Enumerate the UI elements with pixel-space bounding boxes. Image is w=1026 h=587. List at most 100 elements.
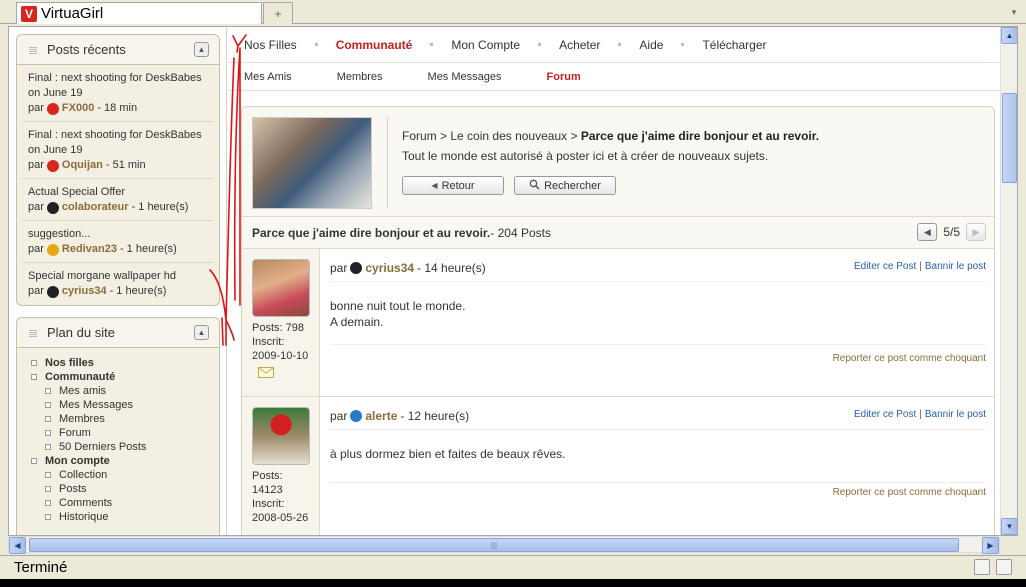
by-label: par [28, 201, 44, 213]
recent-post-author[interactable]: FX000 [62, 101, 94, 116]
recent-post-author[interactable]: Redivan23 [62, 242, 117, 257]
recent-post-author[interactable]: colaborateur [62, 200, 129, 215]
vertical-scrollbar[interactable]: ▲ ▼ [1000, 27, 1017, 535]
drag-grip-icon[interactable] [29, 328, 37, 337]
main-nav-item[interactable]: Nos Filles [244, 38, 297, 52]
collapse-button[interactable]: ▲ [194, 42, 209, 57]
recent-posts-list: Final : next shooting for DeskBabes on J… [17, 65, 219, 304]
search-button[interactable]: Rechercher [514, 176, 616, 195]
recent-post-title[interactable]: Final : next shooting for DeskBabes on J… [28, 128, 208, 158]
back-button[interactable]: ◀ Retour [402, 176, 504, 195]
sub-nav-item[interactable]: Membres [337, 71, 383, 83]
scroll-up-button[interactable]: ▲ [1001, 27, 1017, 44]
sitemap-item-label: Mon compte [45, 455, 110, 467]
bullet-icon [45, 416, 51, 422]
mail-icon[interactable] [258, 367, 274, 378]
edit-post-link[interactable]: Editer ce Post [854, 409, 916, 420]
main-nav-item[interactable]: Aide [639, 38, 663, 52]
tab-list-icon[interactable]: ▾ [1006, 4, 1022, 20]
main-nav-item[interactable]: Mon Compte [451, 38, 520, 52]
post-actions: Editer ce Post | Bannir le post [854, 261, 986, 272]
tab-virtuagirl[interactable]: V VirtuaGirl [16, 2, 262, 24]
report-post-link[interactable]: Reporter ce post comme choquant [833, 353, 986, 364]
ban-post-link[interactable]: Bannir le post [925, 409, 986, 420]
separator: | [919, 261, 922, 272]
scroll-right-button[interactable]: ▶ [982, 537, 999, 554]
avatar[interactable] [252, 259, 310, 317]
recent-post-item[interactable]: suggestion... par Redivan23 - 1 heure(s) [23, 221, 213, 263]
avatar[interactable] [252, 407, 310, 465]
sitemap-box: Plan du site ▲ Nos filles Communauté Mes a… [16, 317, 220, 535]
recent-post-item[interactable]: Final : next shooting for DeskBabes on J… [23, 65, 213, 122]
author-post-count: 14123 [252, 484, 283, 496]
sub-nav-item[interactable]: Mes Messages [428, 71, 502, 83]
user-badge-icon [46, 285, 59, 298]
recent-post-item[interactable]: Actual Special Offer par colaborateur - … [23, 179, 213, 221]
thread-post-count: - 204 Posts [490, 225, 551, 240]
security-icon[interactable] [974, 559, 990, 575]
scroll-down-button[interactable]: ▼ [1001, 518, 1017, 535]
new-tab-button[interactable]: + [263, 2, 293, 24]
recent-post-item[interactable]: Final : next shooting for DeskBabes on J… [23, 122, 213, 179]
collapse-button[interactable]: ▲ [194, 325, 209, 340]
post-author[interactable]: cyrius34 [365, 261, 414, 275]
sitemap-item-label: Mes amis [59, 385, 107, 397]
sitemap-tree: Nos filles Communauté Mes amis Mes Messages… [17, 348, 219, 528]
breadcrumb-section[interactable]: Le coin des nouveaux [450, 129, 567, 143]
breadcrumb-forum[interactable]: Forum [402, 129, 437, 143]
sitemap-item[interactable]: Posts [31, 482, 209, 496]
nav-separator [430, 43, 434, 46]
main-nav-item[interactable]: Communauté [336, 38, 413, 52]
horizontal-scroll-thumb[interactable]: ||| [29, 538, 959, 552]
recent-posts-box: Posts récents ▲ Final : next shooting fo… [16, 34, 220, 306]
sitemap-item[interactable]: Collection [31, 468, 209, 482]
user-badge-icon [46, 243, 59, 256]
sitemap-item[interactable]: Membres [31, 412, 209, 426]
author-post-count-label: Posts: [252, 470, 283, 482]
sitemap-item[interactable]: Forum [31, 426, 209, 440]
sitemap-item[interactable]: Mon compte [31, 454, 209, 468]
vertical-scroll-thumb[interactable] [1002, 93, 1017, 183]
breadcrumb: Forum > Le coin des nouveaux > Parce que… [402, 129, 819, 143]
author-joined-date: 2009-10-10 [252, 350, 309, 362]
bullet-icon [31, 458, 37, 464]
sub-nav-item[interactable]: Mes Amis [244, 71, 292, 83]
bottom-strip [0, 579, 1026, 587]
main-nav-item[interactable]: Acheter [559, 38, 600, 52]
author-post-count: Posts: 798 [252, 322, 304, 334]
recent-post-author[interactable]: Oquijan [62, 158, 103, 173]
recent-post-title[interactable]: Actual Special Offer [28, 185, 208, 200]
post-body: par cyrius34 - 14 heure(s) Editer ce Pos… [330, 249, 986, 396]
page-info-icon[interactable] [996, 559, 1012, 575]
sitemap-item[interactable]: 50 Derniers Posts [31, 440, 209, 454]
sitemap-item[interactable]: Comments [31, 496, 209, 510]
drag-grip-icon[interactable] [29, 45, 37, 54]
divider [330, 429, 986, 430]
recent-post-time: - 1 heure(s) [109, 285, 167, 297]
prev-page-button[interactable]: ◀ [917, 223, 938, 241]
bullet-icon [45, 486, 51, 492]
recent-post-title[interactable]: Special morgane wallpaper hd [28, 269, 208, 284]
report-post-link[interactable]: Reporter ce post comme choquant [833, 487, 986, 498]
sitemap-item[interactable]: Historique [31, 510, 209, 524]
horizontal-scrollbar[interactable]: ◀ ||| ▶ [8, 536, 1000, 554]
scroll-left-button[interactable]: ◀ [9, 537, 26, 554]
main-nav-item[interactable]: Télécharger [702, 38, 766, 52]
next-page-button[interactable]: ▶ [966, 223, 986, 241]
sitemap-item[interactable]: Mes amis [31, 384, 209, 398]
ban-post-link[interactable]: Bannir le post [925, 261, 986, 272]
recent-posts-header[interactable]: Posts récents ▲ [17, 35, 219, 65]
sitemap-item[interactable]: Nos filles [31, 356, 209, 370]
edit-post-link[interactable]: Editer ce Post [854, 261, 916, 272]
recent-post-item[interactable]: Special morgane wallpaper hd par cyrius3… [23, 263, 213, 304]
recent-post-title[interactable]: suggestion... [28, 227, 208, 242]
post-author[interactable]: alerte [365, 409, 397, 423]
divider [330, 482, 986, 483]
sitemap-item[interactable]: Communauté [31, 370, 209, 384]
recent-post-author[interactable]: cyrius34 [62, 284, 107, 299]
sub-nav-item[interactable]: Forum [547, 71, 581, 83]
recent-post-title[interactable]: Final : next shooting for DeskBabes on J… [28, 71, 208, 101]
sitemap-item[interactable]: Mes Messages [31, 398, 209, 412]
sitemap-header[interactable]: Plan du site ▲ [17, 318, 219, 348]
bullet-icon [31, 374, 37, 380]
